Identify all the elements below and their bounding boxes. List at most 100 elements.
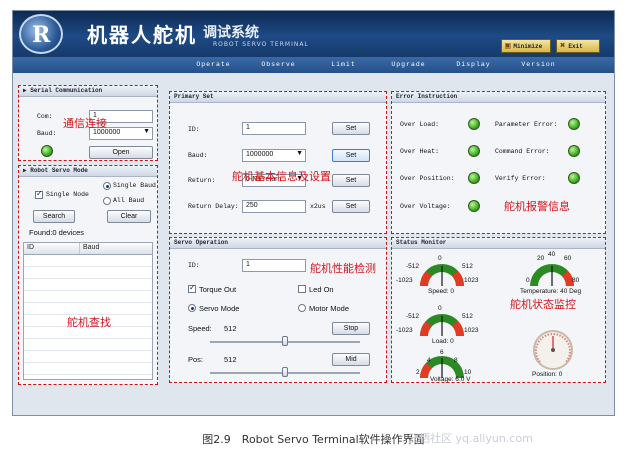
mid-button[interactable]: Mid <box>332 353 370 366</box>
servo-mode-radio[interactable] <box>188 304 196 312</box>
primary-set-panel: Primary Set ID: 1 Set Baud: 1000000 ▼ Set… <box>169 91 387 234</box>
col-baud-header: Baud <box>83 244 100 251</box>
app-window: R 机器人舵机 调试系统 ROBOT SERVO TERMINAL ▣ Minim… <box>12 10 615 416</box>
devices-table: ID Baud <box>23 242 153 380</box>
temp-tick-20: 20 <box>537 255 545 262</box>
menu-limit[interactable]: Limit <box>311 57 376 73</box>
single-baud-radio[interactable] <box>103 182 111 190</box>
temp-tick-80: 80 <box>572 277 580 284</box>
speed-gauge <box>420 264 464 286</box>
com-label: Com: <box>37 113 53 120</box>
set-delay-button[interactable]: Set <box>332 200 370 213</box>
baud-label: Baud: <box>37 130 57 137</box>
error-panel: Error Instruction Over Load: Parameter E… <box>391 91 606 234</box>
over-position-led <box>468 172 480 184</box>
over-load-led <box>468 118 480 130</box>
menu-upgrade[interactable]: Upgrade <box>376 57 441 73</box>
minimize-icon: ▣ <box>505 41 511 51</box>
temp-gauge <box>530 264 574 286</box>
over-position-label: Over Position: <box>400 175 455 182</box>
position-readout: Position: 0 <box>532 371 563 378</box>
single-node-checkbox[interactable] <box>35 189 43 199</box>
annotation-status: 舵机状态监控 <box>510 298 576 311</box>
annotation-error: 舵机报警信息 <box>504 200 570 213</box>
servo-operation-panel: Servo Operation ID: 1 Torque Out Led On … <box>169 237 387 383</box>
verify-error-label: Verify Error: <box>495 175 546 182</box>
operation-id-label: ID: <box>188 262 200 269</box>
clear-button[interactable]: Clear <box>107 210 151 223</box>
table-row <box>24 255 152 267</box>
set-baud-button[interactable]: Set <box>332 149 370 162</box>
load-readout: Load: 0 <box>432 338 454 345</box>
primary-id-input[interactable]: 1 <box>242 122 306 135</box>
all-baud-label: All Baud <box>113 197 145 204</box>
table-row <box>24 339 152 351</box>
primary-return-label: Return: <box>188 177 216 184</box>
return-delay-input[interactable]: 250 <box>242 200 306 213</box>
app-subtitle: 调试系统 <box>203 25 259 41</box>
speed-ll-tick: -1023 <box>396 277 413 284</box>
return-delay-unit: x2us <box>310 203 326 210</box>
position-dial-hub <box>551 348 555 352</box>
param-error-led <box>568 118 580 130</box>
single-baud-label: Single Baud <box>113 182 156 189</box>
menu-operate[interactable]: Operate <box>181 57 246 73</box>
operation-title: Servo Operation <box>170 238 386 249</box>
voltage-tick-6: 6 <box>440 349 444 356</box>
menu-bar: Operate Observe Limit Upgrade Display Ve… <box>13 57 614 73</box>
set-id-button[interactable]: Set <box>332 122 370 135</box>
minimize-button[interactable]: ▣ Minimize <box>501 39 551 53</box>
speed-readout: Speed: 0 <box>428 288 455 295</box>
primary-baud-label: Baud: <box>188 152 208 159</box>
temp-tick-40: 40 <box>548 251 556 258</box>
motor-mode-radio[interactable] <box>298 304 306 312</box>
load-top-tick: 0 <box>438 305 442 312</box>
watermark: 云栖社区 yq.aliyun.com <box>408 432 533 445</box>
led-label: Led On <box>309 285 334 294</box>
exit-button[interactable]: ✖ Exit <box>556 39 600 53</box>
speed-slider-handle[interactable] <box>282 336 288 346</box>
set-return-button[interactable]: Set <box>332 174 370 187</box>
menu-observe[interactable]: Observe <box>246 57 311 73</box>
speed-value: 512 <box>224 324 237 333</box>
chevron-down-icon: ▼ <box>143 128 150 135</box>
temp-tick-0: 0 <box>526 277 530 284</box>
primary-id-label: ID: <box>188 126 200 133</box>
speed-lr-tick: 1023 <box>464 277 479 284</box>
load-right-tick: 512 <box>462 313 473 320</box>
menu-version[interactable]: Version <box>506 57 571 73</box>
operation-id-input[interactable]: 1 <box>242 259 306 272</box>
load-ll-tick: -1023 <box>396 327 413 334</box>
position-dial <box>533 330 573 370</box>
exit-icon: ✖ <box>560 41 566 51</box>
status-title: Status Monitor <box>392 238 605 249</box>
search-button[interactable]: Search <box>33 210 75 223</box>
serial-title: ▶ Serial Communication <box>19 86 157 97</box>
table-header: ID Baud <box>24 243 152 255</box>
led-checkbox[interactable] <box>298 285 306 293</box>
temp-tick-60: 60 <box>564 255 572 262</box>
pos-slider-handle[interactable] <box>282 367 288 377</box>
connection-led <box>41 145 53 157</box>
table-row <box>24 291 152 303</box>
primary-title: Primary Set <box>170 92 386 103</box>
table-row <box>24 351 152 363</box>
chevron-down-icon: ▼ <box>296 150 303 157</box>
table-row <box>24 363 152 375</box>
param-error-label: Parameter Error: <box>495 121 558 128</box>
serial-panel: ▶ Serial Communication Com: 1 Baud: 1000… <box>18 85 158 161</box>
pos-label: Pos: <box>188 355 204 364</box>
title-bar: R 机器人舵机 调试系统 ROBOT SERVO TERMINAL ▣ Minim… <box>13 11 614 57</box>
error-title: Error Instruction <box>392 92 605 103</box>
primary-baud-select[interactable]: 1000000 ▼ <box>242 149 306 162</box>
open-button[interactable]: Open <box>89 146 153 159</box>
over-heat-led <box>468 145 480 157</box>
menu-display[interactable]: Display <box>441 57 506 73</box>
table-row <box>24 279 152 291</box>
annotation-primary: 舵机基本信息及设置 <box>232 170 331 183</box>
all-baud-radio[interactable] <box>103 197 111 205</box>
torque-checkbox[interactable] <box>188 283 196 293</box>
annotation-performance: 舵机性能检测 <box>310 262 376 275</box>
robot-logo-icon: R <box>19 14 63 54</box>
stop-button[interactable]: Stop <box>332 322 370 335</box>
